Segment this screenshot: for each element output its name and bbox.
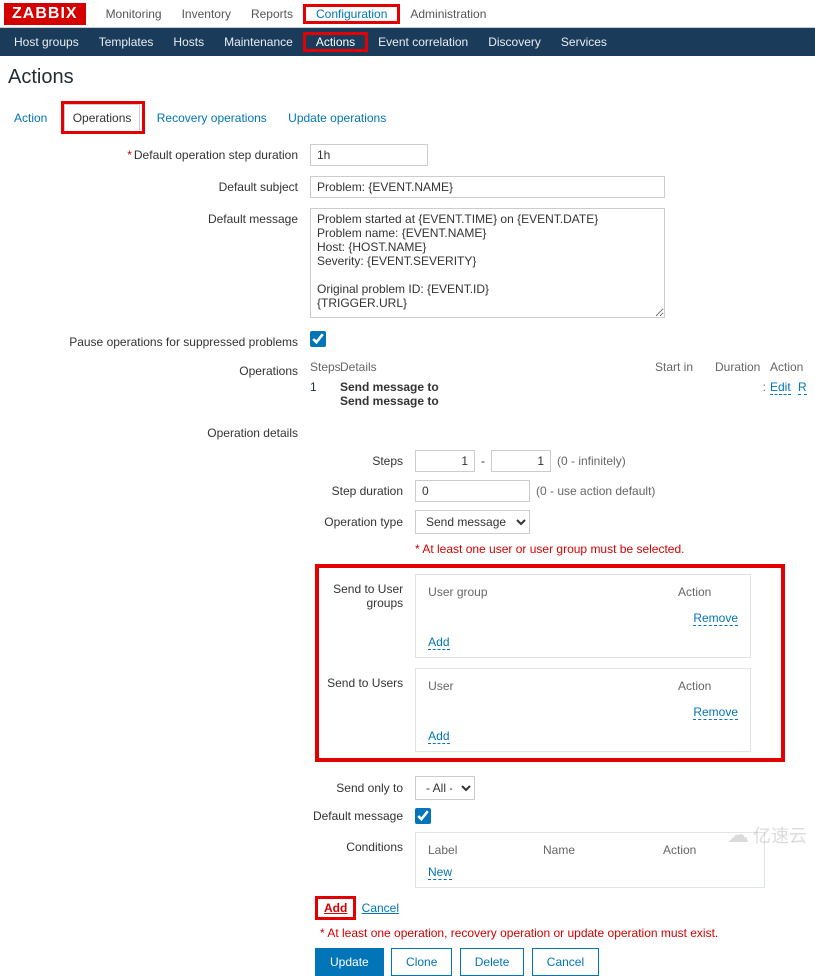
footer-required-note: * At least one operation, recovery opera… (320, 926, 815, 940)
tab-action[interactable]: Action (6, 105, 55, 131)
nav-administration[interactable]: Administration (400, 1, 496, 27)
user-groups-col1: User group (428, 585, 678, 599)
select-operation-type[interactable]: Send message (415, 510, 530, 534)
op-line2: Send message to (340, 394, 655, 408)
label-operations: Operations (0, 360, 310, 378)
input-step-duration[interactable] (415, 480, 530, 502)
cond-col-label: Label (428, 843, 543, 857)
form-buttons: Update Clone Delete Cancel (315, 948, 815, 976)
op-step-num: 1 (310, 380, 340, 408)
label-send-to-user-groups: Send to User groups (319, 574, 415, 610)
conditions-new-link[interactable]: New (428, 865, 452, 880)
label-pause-suppressed: Pause operations for suppressed problems (0, 331, 310, 349)
step-duration-hint: (0 - use action default) (536, 484, 655, 498)
checkbox-pause-suppressed[interactable] (310, 331, 326, 347)
nav-reports[interactable]: Reports (241, 1, 303, 27)
user-groups-col2: Action (678, 585, 738, 599)
input-default-subject[interactable] (310, 176, 665, 198)
form-tabs: Action Operations Recovery operations Up… (0, 97, 815, 144)
user-groups-remove-link[interactable]: Remove (693, 611, 738, 626)
users-add-link[interactable]: Add (428, 729, 449, 744)
input-default-step-duration[interactable] (310, 144, 428, 166)
cancel-button[interactable]: Cancel (532, 948, 599, 976)
cond-col-name: Name (543, 843, 663, 857)
op-colon: : (763, 380, 770, 394)
note-must-select: * At least one user or user group must b… (415, 542, 685, 556)
label-step-duration: Step duration (0, 484, 415, 498)
op-edit-link[interactable]: Edit (770, 380, 791, 395)
select-send-only-to[interactable]: - All - (415, 776, 475, 800)
subnav-actions[interactable]: Actions (306, 29, 365, 55)
clone-button[interactable]: Clone (391, 948, 452, 976)
cloud-icon: ☁ (727, 822, 749, 848)
conditions-box: Label Name Action New (415, 832, 765, 888)
users-box: User Action Remove Add (415, 668, 751, 752)
users-remove-link[interactable]: Remove (693, 705, 738, 720)
user-groups-add-link[interactable]: Add (428, 635, 449, 650)
subnav-event-correlation[interactable]: Event correlation (368, 29, 478, 55)
update-button[interactable]: Update (315, 948, 384, 976)
operation-row: 1 Send message to Send message to : Edit… (310, 378, 815, 408)
operations-form: *Default operation step duration Default… (0, 144, 815, 976)
users-col1: User (428, 679, 678, 693)
subnav-maintenance[interactable]: Maintenance (214, 29, 303, 55)
col-duration: Duration (715, 360, 770, 374)
label-send-to-users: Send to Users (319, 668, 415, 690)
steps-dash: - (481, 454, 485, 468)
col-action: Action (770, 360, 815, 374)
highlight-recipients-box: Send to User groups User group Action Re… (315, 564, 785, 762)
checkbox-default-message[interactable] (415, 808, 431, 824)
subnav-host-groups[interactable]: Host groups (4, 29, 89, 55)
label-operation-type: Operation type (0, 515, 415, 529)
label-send-only-to: Send only to (0, 781, 415, 795)
label-steps: Steps (0, 454, 415, 468)
nav-configuration[interactable]: Configuration (306, 1, 397, 27)
watermark: ☁ 亿速云 (727, 822, 807, 848)
col-start: Start in (655, 360, 715, 374)
label-conditions: Conditions (0, 832, 415, 854)
label-default-message-chk: Default message (0, 809, 415, 823)
highlight-actions: Actions (303, 32, 368, 52)
highlight-add: Add (315, 896, 356, 920)
page-title: Actions (0, 56, 815, 97)
delete-button[interactable]: Delete (460, 948, 525, 976)
label-default-message: Default message (0, 208, 310, 226)
subnav-templates[interactable]: Templates (89, 29, 164, 55)
op-cancel-link[interactable]: Cancel (362, 901, 399, 915)
op-line1: Send message to (340, 380, 655, 394)
top-nav: ZABBIX Monitoring Inventory Reports Conf… (0, 0, 815, 28)
brand-logo: ZABBIX (4, 3, 86, 25)
users-col2: Action (678, 679, 738, 693)
nav-inventory[interactable]: Inventory (172, 1, 241, 27)
input-steps-to[interactable] (491, 450, 551, 472)
nav-monitoring[interactable]: Monitoring (96, 1, 172, 27)
highlight-configuration: Configuration (303, 4, 400, 24)
textarea-default-message[interactable]: Problem started at {EVENT.TIME} on {EVEN… (310, 208, 665, 318)
input-steps-from[interactable] (415, 450, 475, 472)
subnav-services[interactable]: Services (551, 29, 617, 55)
highlight-operations-tab: Operations (61, 101, 146, 134)
tab-update-operations[interactable]: Update operations (280, 105, 394, 131)
sub-nav: Host groups Templates Hosts Maintenance … (0, 28, 815, 56)
tab-recovery-operations[interactable]: Recovery operations (149, 105, 275, 131)
operations-table-header: Steps Details Start in Duration Action (310, 360, 815, 378)
tab-operations[interactable]: Operations (64, 104, 141, 131)
label-default-subject: Default subject (0, 176, 310, 194)
user-groups-box: User group Action Remove Add (415, 574, 751, 658)
col-details: Details (340, 360, 655, 374)
subnav-hosts[interactable]: Hosts (163, 29, 214, 55)
op-add-link[interactable]: Add (324, 901, 347, 915)
label-operation-details: Operation details (0, 422, 310, 440)
steps-hint: (0 - infinitely) (557, 454, 626, 468)
label-default-step-duration: *Default operation step duration (0, 144, 310, 162)
col-steps: Steps (310, 360, 340, 374)
subnav-discovery[interactable]: Discovery (478, 29, 551, 55)
op-remove-partial: R (798, 380, 807, 395)
